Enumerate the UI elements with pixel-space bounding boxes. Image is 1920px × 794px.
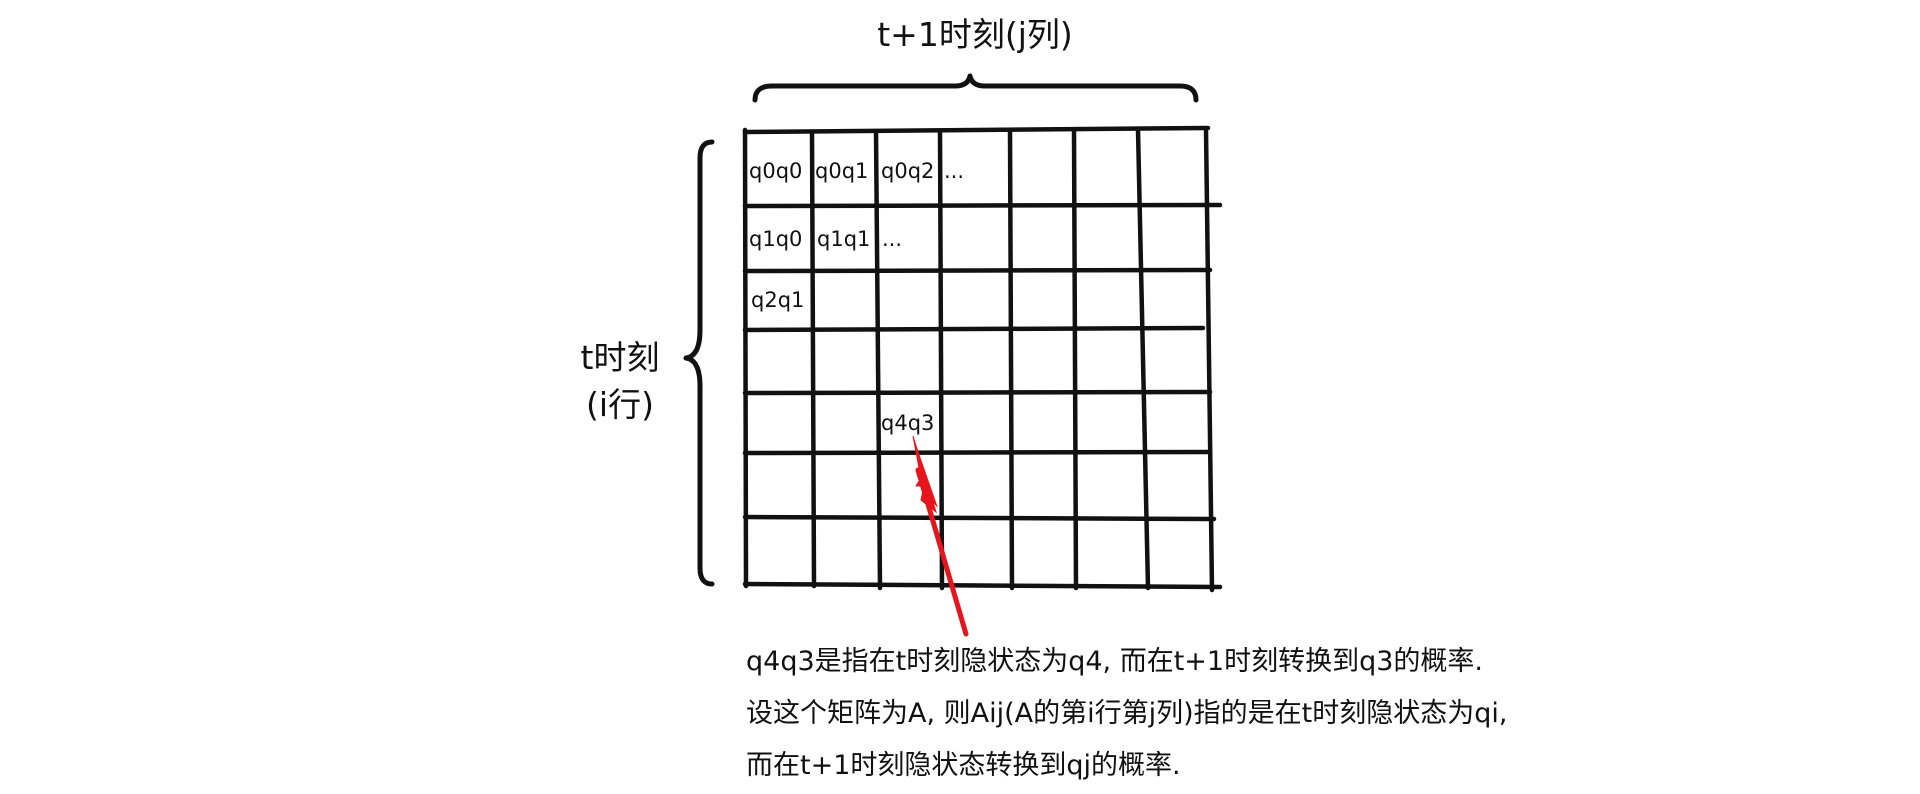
side-axis-label-line1: t时刻 bbox=[581, 338, 660, 377]
grid-col-line bbox=[937, 129, 945, 591]
left-brace bbox=[683, 139, 715, 587]
grid-col-line bbox=[1071, 127, 1079, 591]
caption-line-3: 而在t+1时刻隐状态转换到qj的概率. bbox=[746, 750, 1181, 781]
grid-col-line bbox=[809, 129, 817, 589]
cell-label: ... bbox=[882, 227, 902, 251]
caption-line-2: 设这个矩阵为A, 则Aij(A的第i行第j列)指的是在t时刻隐状态为qi, bbox=[746, 698, 1508, 729]
cell-label: q4q3 bbox=[881, 411, 934, 435]
cell-label: q1q1 bbox=[817, 227, 870, 251]
cell-label: q2q1 bbox=[751, 288, 804, 312]
caption: q4q3是指在t时刻隐状态为q4, 而在t+1时刻转换到q3的概率. 设这个矩阵… bbox=[746, 636, 1846, 792]
caption-line-1: q4q3是指在t时刻隐状态为q4, 而在t+1时刻转换到q3的概率. bbox=[746, 646, 1483, 677]
cell-label: q0q1 bbox=[815, 159, 868, 183]
cell-label: q0q2 bbox=[881, 159, 934, 183]
side-axis-label-line2: (i行) bbox=[586, 385, 654, 424]
grid-col-line bbox=[1007, 127, 1015, 591]
matrix-grid bbox=[742, 125, 1223, 593]
top-brace bbox=[752, 73, 1199, 103]
grid-col-line bbox=[742, 127, 749, 589]
cell-label: q1q0 bbox=[749, 227, 802, 251]
cell-label: ... bbox=[944, 159, 964, 183]
top-axis-label: t+1时刻(j列) bbox=[877, 15, 1073, 54]
grid-row-line bbox=[742, 202, 1223, 209]
cell-label: q0q0 bbox=[749, 159, 802, 183]
